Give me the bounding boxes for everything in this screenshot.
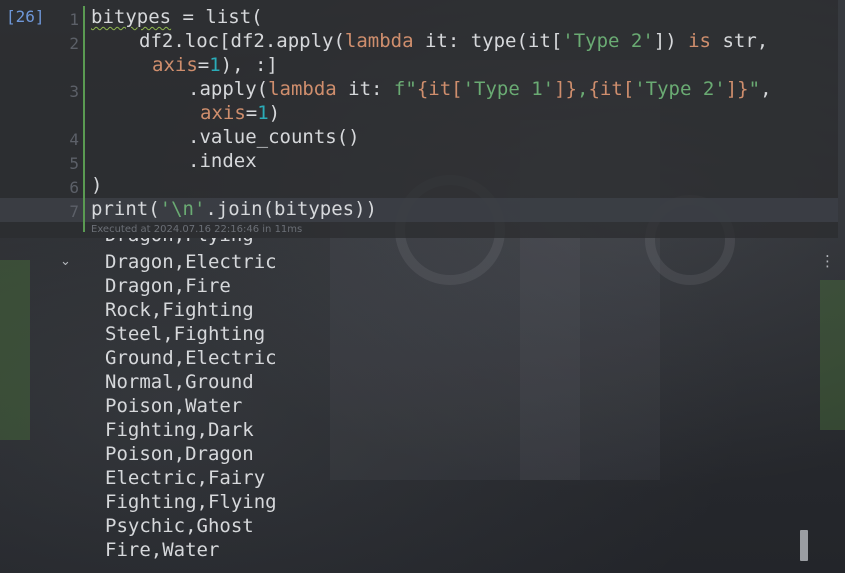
line-number: 7 [69, 202, 79, 221]
line-number: 2 [69, 34, 79, 53]
code-line-2: df2.loc[df2.apply(lambda it: type(it['Ty… [139, 30, 769, 52]
output-clipped-line: Dragon,Flying [105, 238, 405, 248]
line-number: 4 [69, 130, 79, 149]
output-line: Psychic,Ghost [105, 515, 254, 537]
output-line: Electric,Fairy [105, 467, 266, 489]
code-line-3: .apply(lambda it: f"{it['Type 1']},{it['… [188, 78, 772, 100]
line-number: 6 [69, 178, 79, 197]
code-line-4: .value_counts() [188, 126, 360, 148]
code-line-6: ) [91, 174, 103, 196]
output-scrollbar[interactable] [800, 530, 808, 561]
output-line: Poison,Water [105, 395, 243, 417]
cell-output: Dragon,Electric Dragon,Fire Rock,Fightin… [105, 250, 277, 562]
output-line: Dragon,Electric [105, 251, 277, 273]
output-line: Rock,Fighting [105, 299, 254, 321]
output-line: Fighting,Dark [105, 419, 254, 441]
code-line-3-wrap: axis=1) [200, 102, 281, 124]
output-line: Fighting,Flying [105, 491, 277, 513]
execution-info: Executed at 2024.07.16 22:16:46 in 11ms [91, 224, 303, 235]
code-line-5: .index [188, 150, 257, 172]
code-line-2-wrap: axis=1), :] [152, 54, 278, 76]
output-line: Dragon,Fire [105, 275, 231, 297]
output-line: Poison,Dragon [105, 443, 254, 465]
output-line: Ground,Electric [105, 347, 277, 369]
output-line: Normal,Ground [105, 371, 254, 393]
code-cell[interactable]: [26] 1 2 3 4 5 6 7 bitypes = list( df2.l… [0, 0, 838, 238]
output-line: Steel,Fighting [105, 323, 266, 345]
vertical-ellipsis-icon[interactable]: ⋮ [820, 252, 835, 270]
line-number: 5 [69, 154, 79, 173]
line-number: 3 [69, 82, 79, 101]
code-line-7: print('\n'.join(bitypes)) [91, 198, 377, 220]
chevron-down-icon[interactable]: ⌄ [60, 254, 71, 269]
line-number: 1 [69, 10, 79, 29]
output-line: Fire,Water [105, 539, 220, 561]
modified-lines-marker [83, 6, 85, 232]
code-line-1: bitypes = list( [91, 6, 263, 28]
execution-count: [26] [6, 7, 45, 26]
